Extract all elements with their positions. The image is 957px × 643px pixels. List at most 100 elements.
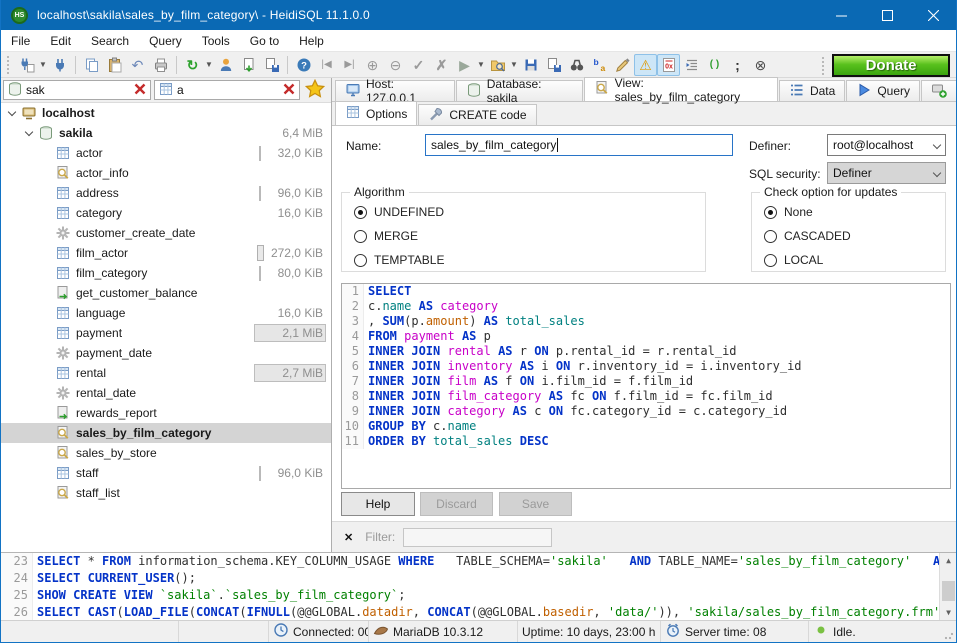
stop-on-errors-icon[interactable]: ⚠ [634, 54, 657, 76]
last-row-icon[interactable]: ▶| [338, 54, 361, 76]
tree-item-localhost[interactable]: localhost [1, 103, 331, 123]
tree-item-payment[interactable]: payment2,1 MiB [1, 323, 331, 343]
algorithm-merge[interactable]: MERGE [354, 229, 705, 243]
session-manager-icon-dropdown[interactable]: ▼ [38, 54, 48, 76]
subtab-options[interactable]: Options [335, 101, 417, 125]
definer-select[interactable]: root@localhost [827, 134, 946, 156]
chevron-expanded-icon[interactable] [24, 127, 36, 139]
menu-search[interactable]: Search [81, 31, 139, 51]
save-sync-icon[interactable] [260, 54, 283, 76]
radio-icon[interactable] [354, 230, 367, 243]
tree-item-film_actor[interactable]: film_actor272,0 KiB [1, 243, 331, 263]
tree-item-staff[interactable]: staff96,0 KiB [1, 463, 331, 483]
tree-item-language[interactable]: language16,0 KiB [1, 303, 331, 323]
tree-item-staff_list[interactable]: staff_list [1, 483, 331, 503]
table-filter-input[interactable]: a [154, 80, 300, 100]
check-option-local[interactable]: LOCAL [764, 253, 945, 267]
export-database-icon[interactable] [237, 54, 260, 76]
help-icon[interactable]: ? [292, 54, 315, 76]
refresh-icon[interactable]: ↻ [181, 54, 204, 76]
reformat-sql-icon[interactable] [611, 54, 634, 76]
tree-item-sales_by_film_category[interactable]: sales_by_film_category [1, 423, 331, 443]
undo-icon[interactable]: ↶ [126, 54, 149, 76]
clear-database-filter-icon[interactable] [132, 81, 148, 100]
tree-item-address[interactable]: address96,0 KiB [1, 183, 331, 203]
help-button[interactable]: Help [341, 492, 415, 516]
tab-view-sales-by-film-category[interactable]: View: sales_by_film_category [584, 77, 778, 101]
radio-icon[interactable] [764, 206, 777, 219]
parentheses-icon[interactable]: ( ) [703, 54, 726, 76]
tree-item-rental[interactable]: rental2,7 MiB [1, 363, 331, 383]
tree-item-rewards_report[interactable]: rewards_report [1, 403, 331, 423]
tree-item-customer_create_date[interactable]: customer_create_date [1, 223, 331, 243]
sql-log-panel[interactable]: 23SELECT * FROM information_schema.KEY_C… [1, 552, 956, 620]
menu-help[interactable]: Help [289, 31, 334, 51]
delete-row-icon[interactable]: ⊖ [384, 54, 407, 76]
blob-as-hex-icon[interactable]: 0x [657, 54, 680, 76]
menu-edit[interactable]: Edit [40, 31, 81, 51]
resize-grip[interactable] [944, 630, 954, 640]
paste-icon[interactable] [103, 54, 126, 76]
tree-item-category[interactable]: category16,0 KiB [1, 203, 331, 223]
chevron-expanded-icon[interactable] [7, 107, 19, 119]
filter-input[interactable] [403, 528, 552, 547]
cancel-editing-icon[interactable]: ✗ [430, 54, 453, 76]
refresh-icon-dropdown[interactable]: ▼ [204, 54, 214, 76]
indent-icon[interactable] [680, 54, 703, 76]
load-sql-file-icon-dropdown[interactable]: ▼ [509, 54, 519, 76]
close-filter-icon[interactable]: ✕ [344, 531, 353, 544]
user-manager-icon[interactable] [214, 54, 237, 76]
minimize-button[interactable] [818, 0, 864, 30]
save-button[interactable]: Save [499, 492, 572, 516]
load-sql-file-icon[interactable] [486, 54, 509, 76]
discard-button[interactable]: Discard [420, 492, 493, 516]
tab-query[interactable]: Query [846, 80, 920, 101]
log-scrollbar[interactable]: ▲ ▼ [939, 553, 956, 620]
tree-item-sakila[interactable]: sakila6,4 MiB [1, 123, 331, 143]
close-button[interactable] [910, 0, 956, 30]
tree-item-get_customer_balance[interactable]: get_customer_balance [1, 283, 331, 303]
tree-item-actor_info[interactable]: actor_info [1, 163, 331, 183]
cancel-query-icon[interactable]: ⊗ [749, 54, 772, 76]
copy-icon[interactable] [80, 54, 103, 76]
check-option-cascaded[interactable]: CASCADED [764, 229, 945, 243]
check-option-none[interactable]: None [764, 205, 945, 219]
view-name-input[interactable]: sales_by_film_category [425, 134, 733, 156]
sql-security-select[interactable]: Definer [827, 162, 946, 184]
scroll-down-icon[interactable]: ▼ [940, 605, 956, 620]
maximize-button[interactable] [864, 0, 910, 30]
donate-button[interactable]: Donate [832, 54, 950, 77]
database-filter-input[interactable]: sak [3, 80, 151, 100]
radio-icon[interactable] [354, 206, 367, 219]
tree-item-sales_by_store[interactable]: sales_by_store [1, 443, 331, 463]
print-icon[interactable] [149, 54, 172, 76]
tree-item-payment_date[interactable]: payment_date [1, 343, 331, 363]
favorites-star-icon[interactable] [305, 79, 325, 102]
scroll-up-icon[interactable]: ▲ [940, 553, 956, 568]
menu-file[interactable]: File [1, 31, 40, 51]
find-text-icon[interactable] [565, 54, 588, 76]
view-select-code-editor[interactable]: 1SELECT2c.name AS category3, SUM(p.amoun… [341, 283, 951, 489]
insert-row-icon[interactable]: ⊕ [361, 54, 384, 76]
tab-new-query[interactable] [921, 80, 957, 101]
tree-item-film_category[interactable]: film_category80,0 KiB [1, 263, 331, 283]
menu-tools[interactable]: Tools [192, 31, 240, 51]
post-changes-icon[interactable]: ✓ [407, 54, 430, 76]
tab-host-127-0-0-1[interactable]: Host: 127.0.0.1 [335, 80, 455, 101]
clear-table-filter-icon[interactable] [281, 81, 297, 100]
semicolon-icon[interactable]: ; [726, 54, 749, 76]
radio-icon[interactable] [764, 230, 777, 243]
save-sql-icon[interactable] [519, 54, 542, 76]
disconnect-icon[interactable] [48, 54, 71, 76]
radio-icon[interactable] [764, 254, 777, 267]
tab-database-sakila[interactable]: Database: sakila [456, 80, 583, 101]
execute-sql-icon[interactable]: ▶ [453, 54, 476, 76]
radio-icon[interactable] [354, 254, 367, 267]
tree-item-actor[interactable]: actor32,0 KiB [1, 143, 331, 163]
save-sql-as-icon[interactable] [542, 54, 565, 76]
scroll-thumb[interactable] [942, 581, 955, 601]
tab-data[interactable]: Data [779, 80, 845, 101]
first-row-icon[interactable]: |◀ [315, 54, 338, 76]
replace-text-icon[interactable]: ba [588, 54, 611, 76]
subtab-create-code[interactable]: CREATE code [418, 104, 536, 125]
